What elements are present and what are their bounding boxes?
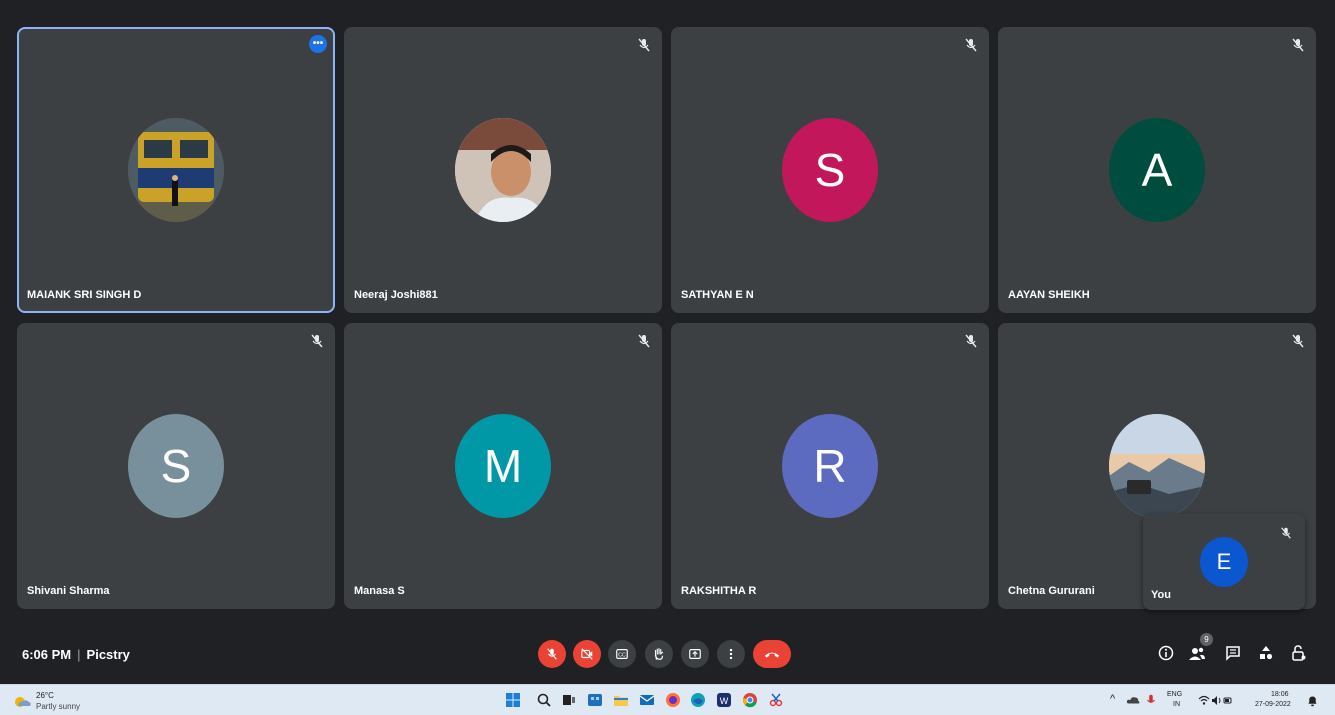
weather-description[interactable]: Partly sunny	[36, 702, 80, 711]
camera-off-icon	[581, 648, 593, 660]
participant-name: SATHYAN E N	[681, 289, 754, 301]
edge-icon[interactable]	[690, 692, 706, 708]
mic-muted-icon	[965, 38, 977, 52]
participant-name: Neeraj Joshi881	[354, 289, 438, 301]
participant-tile[interactable]: ••• MAIANK SRI SINGH D	[17, 27, 335, 313]
participant-name: Shivani Sharma	[27, 585, 110, 597]
more-options-icon	[729, 648, 733, 660]
activities-button[interactable]	[1255, 642, 1277, 664]
selfie-photo-icon	[455, 118, 551, 222]
participant-name: Chetna Gururani	[1008, 585, 1095, 597]
participant-tile[interactable]: R RAKSHITHA R	[671, 323, 989, 609]
meeting-info: 6:06 PM | Picstry	[22, 647, 130, 662]
more-options-icon[interactable]: •••	[309, 35, 327, 53]
participant-tile[interactable]: S SATHYAN E N	[671, 27, 989, 313]
avatar: M	[455, 414, 551, 518]
snipping-tool-icon[interactable]	[768, 692, 784, 708]
captions-button[interactable]: CC	[608, 640, 636, 668]
mic-muted-icon	[1292, 38, 1304, 52]
avatar: S	[128, 414, 224, 518]
people-icon	[1189, 647, 1205, 660]
weather-icon[interactable]	[12, 693, 32, 707]
participant-name: MAIANK SRI SINGH D	[27, 289, 142, 301]
end-call-icon	[764, 652, 780, 658]
raise-hand-button[interactable]	[645, 640, 673, 668]
participant-name: Manasa S	[354, 585, 405, 597]
input-language[interactable]: ENG	[1167, 691, 1182, 698]
mountain-photo-icon	[1109, 414, 1205, 518]
raise-hand-icon	[654, 648, 664, 660]
self-name: You	[1151, 589, 1171, 601]
participant-tile[interactable]: A AAYAN SHEIKH	[998, 27, 1316, 313]
start-icon[interactable]	[505, 692, 521, 708]
call-controls-bar: 6:06 PM | Picstry CC 9	[0, 626, 1335, 684]
mail-icon[interactable]	[639, 692, 655, 708]
self-view-tile[interactable]: E You	[1143, 514, 1305, 610]
mic-muted-icon	[638, 38, 650, 52]
end-call-button[interactable]	[753, 640, 791, 668]
captions-icon: CC	[616, 649, 628, 659]
meeting-name: Picstry	[86, 647, 130, 662]
os-taskbar: 26°C Partly sunny W ^ ENG IN 18:06 27-09…	[0, 684, 1335, 715]
avatar: A	[1109, 118, 1205, 222]
present-icon	[689, 649, 701, 659]
notification-icon[interactable]	[1306, 694, 1319, 707]
meet-window: ••• MAIANK SRI SINGH D Neeraj Joshi881 S	[0, 0, 1335, 715]
avatar: R	[782, 414, 878, 518]
camera-toggle-button[interactable]	[573, 640, 601, 668]
network-volume-battery-icon[interactable]	[1198, 694, 1232, 707]
firefox-icon[interactable]	[665, 692, 681, 708]
svg-text:CC: CC	[618, 653, 626, 659]
clock-date[interactable]: 27-09-2022	[1255, 701, 1291, 708]
meeting-details-button[interactable]	[1155, 642, 1177, 664]
participant-name: AAYAN SHEIKH	[1008, 289, 1090, 301]
mic-muted-icon	[965, 334, 977, 348]
participant-tile[interactable]: S Shivani Sharma	[17, 323, 335, 609]
avatar	[455, 118, 551, 222]
app-w-icon[interactable]: W	[716, 692, 732, 708]
mic-muted-icon	[311, 334, 323, 348]
train-photo-icon	[128, 118, 224, 222]
search-icon[interactable]	[536, 692, 552, 708]
host-controls-button[interactable]	[1288, 642, 1310, 664]
mic-muted-icon	[638, 334, 650, 348]
chat-icon	[1226, 646, 1240, 661]
avatar	[1109, 414, 1205, 518]
onedrive-icon[interactable]	[1126, 693, 1140, 707]
participant-name: RAKSHITHA R	[681, 585, 757, 597]
divider: |	[77, 647, 81, 662]
present-button[interactable]	[681, 640, 709, 668]
info-icon	[1158, 645, 1174, 661]
activities-icon	[1260, 646, 1273, 660]
mic-toggle-button[interactable]	[538, 640, 566, 668]
chat-button[interactable]	[1222, 642, 1244, 664]
participant-count-badge: 9	[1200, 633, 1213, 646]
file-explorer-icon[interactable]	[613, 692, 629, 708]
clock-time[interactable]: 18:06	[1271, 691, 1289, 698]
host-controls-icon	[1292, 645, 1306, 661]
widgets-icon[interactable]	[587, 692, 603, 708]
microphone-tray-icon[interactable]	[1144, 693, 1158, 707]
weather-temperature[interactable]: 26°C	[36, 691, 54, 700]
avatar: S	[782, 118, 878, 222]
meeting-time: 6:06 PM	[22, 647, 72, 662]
input-region[interactable]: IN	[1173, 701, 1180, 708]
tray-chevron[interactable]: ^	[1110, 693, 1115, 705]
chrome-icon[interactable]	[742, 692, 758, 708]
mic-muted-icon	[1292, 334, 1304, 348]
avatar: E	[1200, 537, 1248, 587]
mic-muted-icon	[1281, 527, 1291, 539]
more-options-button[interactable]	[717, 640, 745, 668]
participant-tile[interactable]: Neeraj Joshi881	[344, 27, 662, 313]
svg-text:W: W	[720, 696, 729, 706]
avatar	[128, 118, 224, 222]
participant-tile[interactable]: M Manasa S	[344, 323, 662, 609]
task-view-icon[interactable]	[561, 692, 577, 708]
mic-off-icon	[547, 648, 557, 660]
